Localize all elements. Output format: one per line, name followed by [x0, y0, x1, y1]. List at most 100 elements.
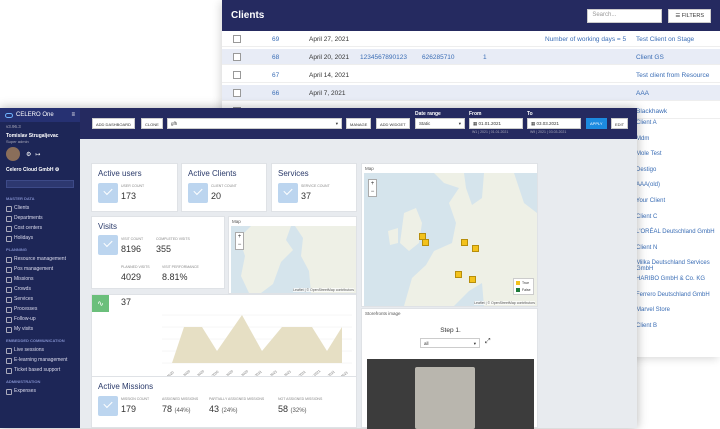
cell-id[interactable]: 69: [272, 36, 279, 43]
cell-name[interactable]: Client GS: [636, 54, 664, 61]
legend-swatch: [516, 288, 520, 293]
client-name-link[interactable]: Milka Deutschland Services GmbH: [636, 260, 720, 272]
cell-name[interactable]: Test Client on Stage: [636, 36, 694, 43]
company-gear-icon[interactable]: ⚙: [55, 167, 59, 173]
cell-name[interactable]: Test client from Resource: [636, 72, 709, 79]
europe-map[interactable]: + − True False Leaflet | © OpenStreetMap …: [364, 173, 537, 306]
sidebar-item-ticket-based-support[interactable]: Ticket based support: [0, 365, 80, 375]
date-range-select[interactable]: Static ▾: [415, 118, 465, 129]
metric-label: VISIT COUNT: [121, 237, 144, 241]
table-row[interactable]: 69 April 27, 2021 Number of working days =…: [222, 31, 720, 47]
zoom-out-icon[interactable]: −: [236, 241, 243, 249]
map-attribution: Leaflet | © OpenStreetMap contributors: [474, 301, 535, 305]
metric-value: 8.81%: [162, 272, 188, 282]
map-marker[interactable]: [455, 271, 462, 278]
row-checkbox[interactable]: [233, 89, 241, 97]
client-name-link[interactable]: Client A: [636, 120, 657, 126]
table-row[interactable]: 67 April 14, 2021 Test client from Resourc…: [222, 67, 720, 83]
from-date-input[interactable]: ▦ 01.01.2021: [469, 118, 523, 129]
sidebar-item-holidays[interactable]: Holidays: [0, 233, 80, 243]
expand-icon[interactable]: ⤢: [485, 338, 491, 346]
client-name-link[interactable]: AAA(old): [636, 182, 660, 188]
sidebar-item-cost-centers[interactable]: Cost centers: [0, 223, 80, 233]
client-name-link[interactable]: Mdm: [636, 136, 649, 142]
metric-value: 78 (44%): [162, 404, 191, 414]
avatar[interactable]: [6, 147, 20, 161]
sidebar-item-departments[interactable]: Departments: [0, 213, 80, 223]
table-row[interactable]: 66 April 7, 2021 AAA: [222, 85, 720, 101]
client-name-link[interactable]: Destigo: [636, 167, 656, 173]
map-marker[interactable]: [461, 239, 468, 246]
metric-value: 4029: [121, 272, 142, 282]
check-icon: [98, 183, 118, 203]
settings-icon[interactable]: ⚙: [26, 151, 31, 158]
sidebar-item-resource-management[interactable]: Resource management: [0, 254, 80, 264]
table-row[interactable]: 68 April 20, 2021 1234567890123 626285710 1 C…: [222, 49, 720, 65]
storefront-photo[interactable]: [367, 359, 534, 429]
map-marker[interactable]: [472, 245, 479, 252]
sidebar-search-input[interactable]: [6, 180, 74, 188]
client-name-link[interactable]: Client B: [636, 323, 657, 329]
dashboard-select[interactable]: gfh ▾: [167, 118, 342, 129]
company-name[interactable]: Celero Cloud GmbH ⚙: [0, 164, 80, 176]
client-name-link[interactable]: Ferrero Deutschland GmbH: [636, 292, 710, 298]
step-label: Step 1.: [440, 327, 461, 334]
map-marker[interactable]: [422, 239, 429, 246]
client-name-link[interactable]: Marvel Store: [636, 307, 670, 313]
small-map[interactable]: + − Leaflet | © OpenStreetMap contributor…: [231, 226, 356, 293]
sidebar-item-expenses[interactable]: Expenses: [0, 386, 80, 396]
sidebar-item-missions[interactable]: Missions: [0, 274, 80, 284]
client-name-link[interactable]: HARIBO GmbH & Co. KG: [636, 276, 705, 282]
apply-button[interactable]: APPLY: [586, 118, 607, 129]
storefront-select[interactable]: all ▾: [420, 338, 480, 348]
metric-value: 8196: [121, 244, 142, 254]
zoom-control[interactable]: + −: [235, 232, 244, 250]
cell-id[interactable]: 66: [272, 90, 279, 97]
cell-id[interactable]: 67: [272, 72, 279, 79]
filters-button[interactable]: ☰ FILTERS: [668, 8, 711, 23]
cell-num[interactable]: 1: [483, 54, 487, 61]
client-name-link[interactable]: L'ORÉAL Deutschland GmbH: [636, 229, 715, 235]
sidebar-item-live-sessions[interactable]: Live sessions: [0, 345, 80, 355]
logout-icon[interactable]: ↦: [35, 151, 40, 158]
cell-name[interactable]: AAA: [636, 90, 649, 97]
sidebar-item-e-learning-management[interactable]: E-learning management: [0, 355, 80, 365]
sidebar-item-clients[interactable]: Clients: [0, 203, 80, 213]
menu-icon[interactable]: ≡: [71, 112, 75, 118]
date-range-label: Date range: [415, 111, 441, 117]
row-checkbox[interactable]: [233, 35, 241, 43]
client-name-link[interactable]: Client N: [636, 245, 657, 251]
manage-button[interactable]: MANAGE: [346, 118, 372, 129]
sidebar-item-follow-up[interactable]: Follow-up: [0, 314, 80, 324]
sidebar-item-my-visits[interactable]: My visits: [0, 324, 80, 334]
edit-button[interactable]: EDIT: [611, 118, 629, 129]
to-date-input[interactable]: ▦ 03.03.2021: [527, 118, 581, 129]
map-land: [388, 173, 537, 306]
sidebar-item-pos-management[interactable]: Pos management: [0, 264, 80, 274]
clients-search-input[interactable]: Search...: [587, 8, 663, 23]
sidebar-item-processes[interactable]: Processes: [0, 304, 80, 314]
add-widget-button[interactable]: ADD WIDGET: [376, 118, 410, 129]
map-marker[interactable]: [469, 276, 476, 283]
sidebar-item-services[interactable]: Services: [0, 294, 80, 304]
add-dashboard-button[interactable]: ADD DASHBOARD: [92, 118, 135, 129]
cell-date: April 27, 2021: [309, 36, 350, 43]
cell-note[interactable]: Number of working days = 5: [545, 36, 626, 43]
sidebar: CELERO One ≡ v3.96.3 Tomislav Strugaljeva…: [0, 108, 80, 428]
zoom-control[interactable]: + −: [368, 179, 377, 197]
sidebar-item-crowds[interactable]: Crowds: [0, 284, 80, 294]
zoom-in-icon[interactable]: +: [236, 233, 243, 241]
zoom-in-icon[interactable]: +: [369, 180, 376, 188]
cell-name[interactable]: Blackhawk: [636, 108, 667, 115]
row-checkbox[interactable]: [233, 71, 241, 79]
cell-phone[interactable]: 1234567890123: [360, 54, 407, 61]
zoom-out-icon[interactable]: −: [369, 188, 376, 196]
cell-phone2[interactable]: 626285710: [422, 54, 455, 61]
client-name-link[interactable]: Your Client: [636, 198, 665, 204]
brand-logo: CELERO One ≡: [0, 108, 80, 122]
client-name-link[interactable]: Mole Test: [636, 151, 662, 157]
row-checkbox[interactable]: [233, 53, 241, 61]
client-name-link[interactable]: Client C: [636, 214, 657, 220]
cell-id[interactable]: 68: [272, 54, 279, 61]
clone-button[interactable]: CLONE: [141, 118, 163, 129]
